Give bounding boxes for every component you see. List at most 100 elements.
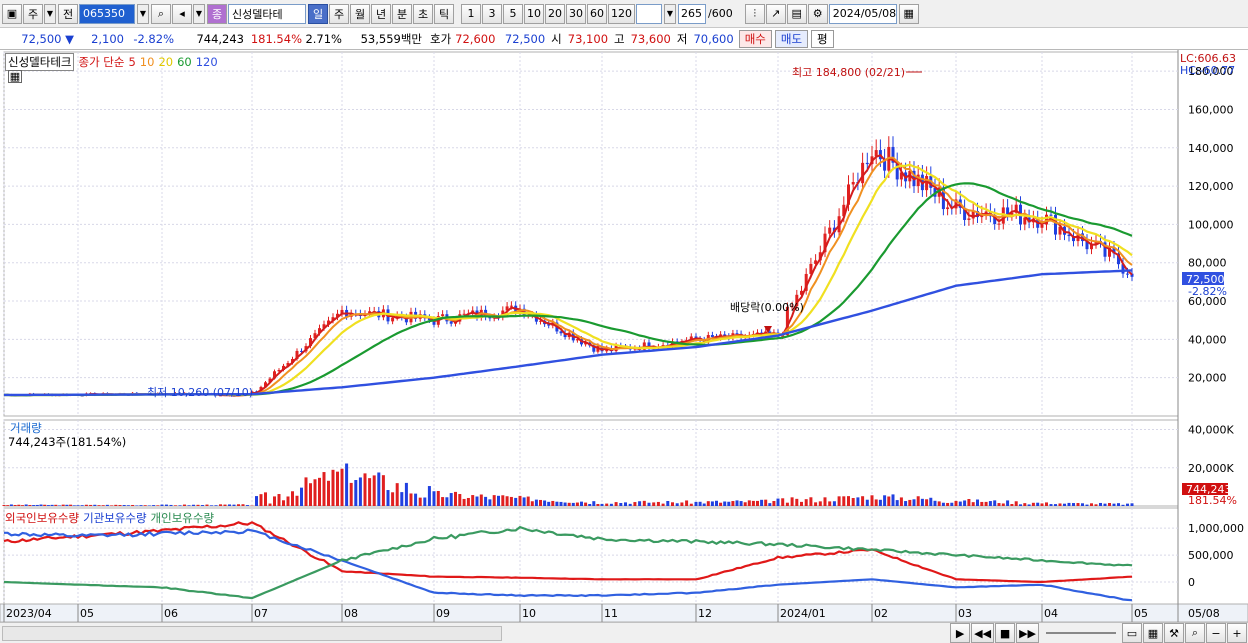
sell-button[interactable]: 매도 bbox=[774, 29, 809, 48]
volume-bar bbox=[675, 503, 679, 506]
volume-bar bbox=[1085, 504, 1089, 506]
window-icon[interactable]: ▣ bbox=[2, 3, 22, 24]
volume-bar bbox=[1019, 504, 1022, 506]
volume-bar bbox=[963, 500, 967, 506]
sound-dropdown-icon[interactable]: ▼ bbox=[193, 3, 205, 24]
stock-code-input[interactable]: 065350 bbox=[79, 3, 135, 24]
volume-bar bbox=[449, 493, 453, 506]
num-3-button[interactable]: 3 bbox=[482, 3, 502, 24]
interval-minute[interactable]: 분 bbox=[392, 3, 412, 24]
volume-bar bbox=[400, 492, 404, 506]
volume-bar bbox=[790, 497, 794, 506]
star-icon[interactable]: 종 bbox=[207, 3, 227, 24]
num-120-button[interactable]: 120 bbox=[608, 3, 635, 24]
scrollbar[interactable] bbox=[2, 625, 502, 641]
chart-area[interactable]: 2023/04 05 06 07 08 09 10 11 12 2024/01 02 03 04 05 05… bbox=[0, 50, 1248, 622]
volume-bar bbox=[874, 499, 878, 506]
volume-bar bbox=[1063, 503, 1066, 506]
volume-bar bbox=[505, 496, 509, 506]
num-30-button[interactable]: 30 bbox=[566, 3, 586, 24]
tools-icon[interactable]: ⚒ bbox=[1164, 623, 1184, 643]
code-dropdown-icon[interactable]: ▼ bbox=[137, 3, 149, 24]
volume-bar bbox=[484, 496, 488, 506]
forward-icon[interactable]: ▶▶ bbox=[1016, 623, 1039, 643]
volume-bar bbox=[642, 500, 646, 506]
volume-bar bbox=[929, 497, 933, 506]
volume-bar bbox=[547, 501, 551, 506]
volume-tick-0: 40,000K bbox=[1188, 424, 1234, 437]
candle-body bbox=[997, 223, 1001, 225]
table-icon[interactable]: ▦ bbox=[8, 70, 22, 83]
indicator-label[interactable]: 종가 단순 bbox=[78, 54, 124, 70]
volume-bar bbox=[954, 500, 958, 506]
interval-year[interactable]: 년 bbox=[371, 3, 391, 24]
count-input[interactable]: 265 bbox=[678, 3, 706, 24]
interval-month[interactable]: 월 bbox=[350, 3, 370, 24]
num-5-button[interactable]: 5 bbox=[503, 3, 523, 24]
interval-second[interactable]: 초 bbox=[413, 3, 433, 24]
volume-bar bbox=[395, 483, 399, 506]
layout-icon[interactable]: ▭ bbox=[1122, 623, 1142, 643]
volume-bar bbox=[458, 494, 462, 506]
volume-bar bbox=[1130, 503, 1134, 506]
volume-bar bbox=[1090, 503, 1093, 506]
volume-bar bbox=[118, 505, 122, 506]
sound-icon[interactable]: ◂ bbox=[172, 3, 192, 24]
candle-body bbox=[1049, 214, 1053, 216]
volume-bar bbox=[899, 497, 903, 506]
search-icon[interactable]: ⌕ bbox=[151, 3, 171, 24]
date-input[interactable]: 2024/05/08 bbox=[828, 3, 897, 24]
volume-bar bbox=[706, 501, 710, 506]
volume-bar bbox=[1054, 504, 1057, 506]
save-icon[interactable]: ▤ bbox=[786, 3, 807, 24]
calendar-icon[interactable]: ▦ bbox=[898, 3, 919, 24]
grid-icon[interactable]: ▦ bbox=[1143, 623, 1163, 643]
volume-bar bbox=[192, 504, 195, 506]
volume-bar bbox=[169, 504, 173, 506]
volume-bar bbox=[946, 502, 950, 506]
candle-icon[interactable]: ⫶ bbox=[744, 3, 765, 24]
custom-dropdown-icon[interactable]: ▼ bbox=[664, 3, 676, 24]
volume-bar bbox=[152, 505, 156, 506]
x-label-10: 02 bbox=[874, 607, 888, 620]
num-60-button[interactable]: 60 bbox=[587, 3, 607, 24]
period-dropdown-icon[interactable]: ▼ bbox=[44, 3, 56, 24]
candle-body bbox=[967, 218, 971, 220]
volume-bar bbox=[6, 505, 10, 506]
x-label-6: 10 bbox=[522, 607, 536, 620]
zoom-icon[interactable]: ⌕ bbox=[1185, 623, 1205, 643]
volume-bar bbox=[89, 504, 93, 506]
eval-button[interactable]: 평 bbox=[811, 29, 834, 48]
num-20-button[interactable]: 20 bbox=[545, 3, 565, 24]
gear-icon[interactable]: ⚙ bbox=[807, 3, 828, 24]
num-10-button[interactable]: 10 bbox=[524, 3, 544, 24]
price-change-pct: -2.82% bbox=[133, 31, 174, 46]
stop-icon[interactable]: ■ bbox=[995, 623, 1016, 643]
interval-tick[interactable]: 틱 bbox=[434, 3, 454, 24]
interval-week[interactable]: 주 bbox=[329, 3, 349, 24]
prev-button[interactable]: 전 bbox=[58, 3, 78, 24]
period-select[interactable]: 주 bbox=[23, 3, 43, 24]
minus-icon[interactable]: − bbox=[1206, 623, 1226, 643]
custom-interval-input[interactable] bbox=[636, 3, 662, 24]
zoom-slider[interactable] bbox=[1046, 632, 1116, 634]
volume-bar bbox=[772, 500, 776, 506]
volume-bar bbox=[514, 497, 518, 506]
plus-icon[interactable]: + bbox=[1227, 623, 1247, 643]
play-icon[interactable]: ▶ bbox=[950, 623, 971, 643]
interval-day[interactable]: 일 bbox=[308, 3, 328, 24]
volume-bar bbox=[386, 490, 390, 506]
volume-bar bbox=[101, 505, 105, 506]
volume-bar bbox=[277, 494, 281, 506]
stock-label[interactable]: 신성델타테크 bbox=[5, 53, 75, 71]
rewind-icon[interactable]: ◀◀ bbox=[971, 623, 995, 643]
low-label: 저 bbox=[676, 31, 688, 46]
buy-button[interactable]: 매수 bbox=[738, 29, 772, 48]
volume-bar bbox=[530, 501, 534, 506]
num-1-button[interactable]: 1 bbox=[461, 3, 481, 24]
draw-icon[interactable]: ↗ bbox=[765, 3, 786, 24]
volume-bar bbox=[35, 504, 39, 506]
volume-bar bbox=[372, 475, 376, 506]
volume-bar bbox=[466, 497, 470, 506]
volume-bar bbox=[246, 505, 249, 506]
